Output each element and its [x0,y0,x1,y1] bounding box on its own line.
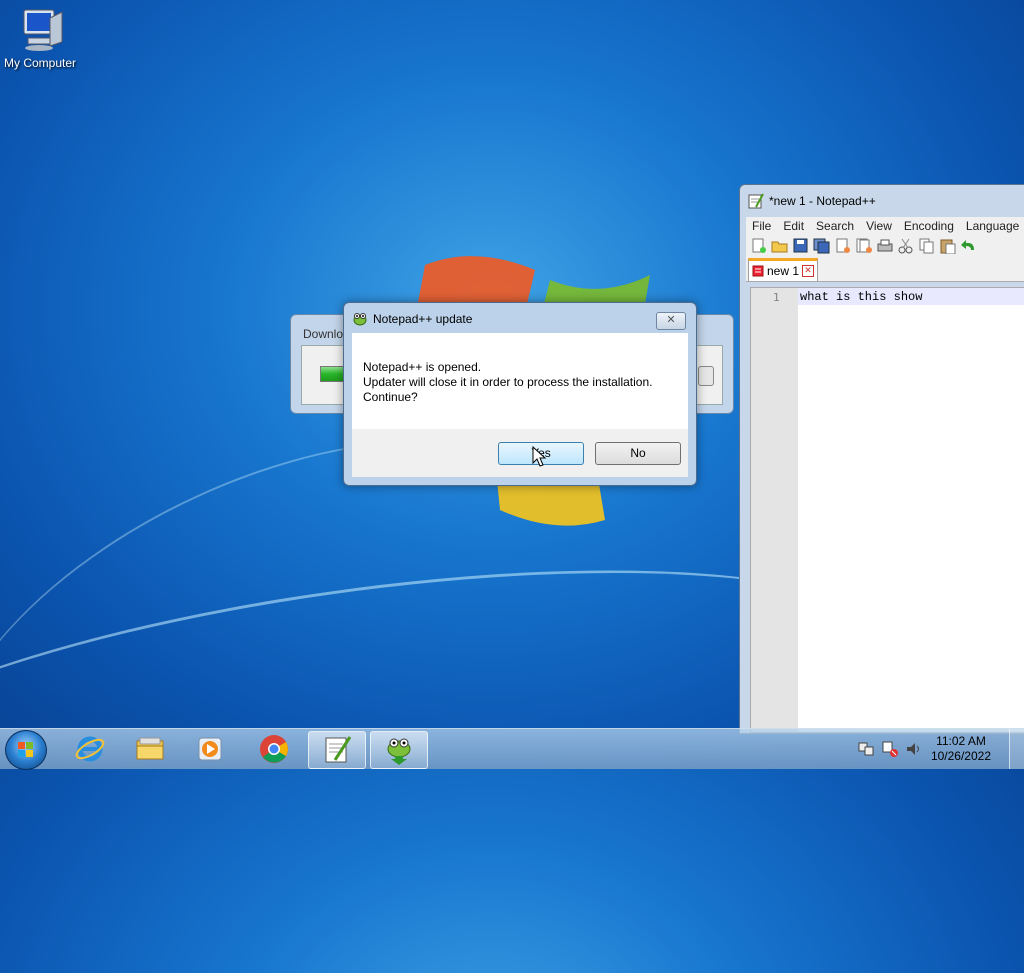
download-window-title: Downlo [303,327,344,341]
notepad-updater-icon [387,738,411,765]
menu-file[interactable]: File [752,219,771,233]
paste-icon[interactable] [939,238,957,254]
file-explorer-icon [136,737,164,760]
system-tray: 11:02 AM 10/26/2022 [857,729,1024,769]
mouse-cursor-icon [532,446,547,467]
volume-icon[interactable] [905,740,923,758]
notepad-plus-plus-icon [325,736,352,763]
line-number-gutter [751,288,798,732]
my-computer-icon [20,8,63,52]
dialog-message: Notepad++ is opened. Updater will close … [363,360,652,405]
dialog-title: Notepad++ update [373,312,473,326]
taskbar: 11:02 AM 10/26/2022 [0,728,1024,770]
notepad-window[interactable]: *new 1 - Notepad++ File Edit Search View… [739,184,1024,734]
menu-language[interactable]: Language [966,219,1019,233]
cut-icon[interactable] [897,238,915,254]
start-button[interactable] [5,730,47,770]
notepad-toolbar [746,235,1024,257]
taskbar-media-player[interactable] [182,731,238,767]
undo-icon[interactable] [960,238,978,254]
download-cancel-button[interactable] [698,366,714,386]
action-center-icon[interactable] [857,740,875,758]
open-file-icon[interactable] [771,238,789,254]
line-number: 1 [773,291,780,304]
notepad-tabbar: new 1 ✕ [746,257,1024,282]
tab-new-1[interactable]: new 1 ✕ [748,258,819,281]
show-desktop-button[interactable] [1009,729,1024,769]
menu-encoding[interactable]: Encoding [904,219,954,233]
tab-label: new 1 [767,264,800,278]
dialog-body: Notepad++ is opened. Updater will close … [352,333,688,429]
taskbar-notepad-updater[interactable] [370,731,428,769]
taskbar-chrome[interactable] [246,731,302,767]
taskbar-notepad-plus-plus[interactable] [308,731,366,769]
close-all-icon[interactable] [855,238,873,254]
editor-text[interactable]: what is this show [800,290,922,304]
no-button[interactable]: No [595,442,681,465]
unsaved-file-icon [752,265,764,277]
windows-logo-icon [18,742,33,757]
taskbar-file-explorer[interactable] [122,731,178,767]
clock-date: 10/26/2022 [930,749,991,763]
notepad-updater-icon [353,313,367,326]
menu-view[interactable]: View [866,219,892,233]
notepad-titlebar[interactable]: *new 1 - Notepad++ [740,185,1024,217]
copy-icon[interactable] [918,238,936,254]
clock-time: 11:02 AM [936,734,986,748]
menu-edit[interactable]: Edit [783,219,804,233]
save-icon[interactable] [792,238,810,254]
menu-search[interactable]: Search [816,219,854,233]
notepad-title: *new 1 - Notepad++ [769,194,876,208]
desktop-icon-my-computer[interactable]: My Computer [2,8,78,70]
internet-explorer-icon [75,736,105,762]
dialog-message-line: Continue? [363,390,418,404]
notepad-menubar: File Edit Search View Encoding Language [746,217,1024,235]
save-all-icon[interactable] [813,238,831,254]
clock[interactable]: 11:02 AM 10/26/2022 [931,734,991,764]
update-dialog[interactable]: Notepad++ update ✕ Notepad++ is opened. … [343,302,697,486]
desktop-icon-label: My Computer [3,56,77,70]
dialog-message-line: Notepad++ is opened. [363,360,482,374]
notepad-plus-plus-icon [748,193,764,209]
editor-area[interactable]: 1 what is this show [750,287,1024,733]
chrome-icon [260,735,288,763]
taskbar-internet-explorer[interactable] [62,731,118,767]
network-icon[interactable] [881,740,899,758]
dialog-footer: Yes No [352,429,688,477]
dialog-message-line: Updater will close it in order to proces… [363,375,653,389]
close-file-icon[interactable] [834,238,852,254]
media-player-icon [198,737,222,761]
dialog-close-button[interactable]: ✕ [656,312,686,330]
dialog-titlebar[interactable]: Notepad++ update [352,311,472,327]
new-file-icon[interactable] [750,238,768,254]
print-icon[interactable] [876,238,894,254]
tab-close-icon[interactable]: ✕ [802,265,815,277]
